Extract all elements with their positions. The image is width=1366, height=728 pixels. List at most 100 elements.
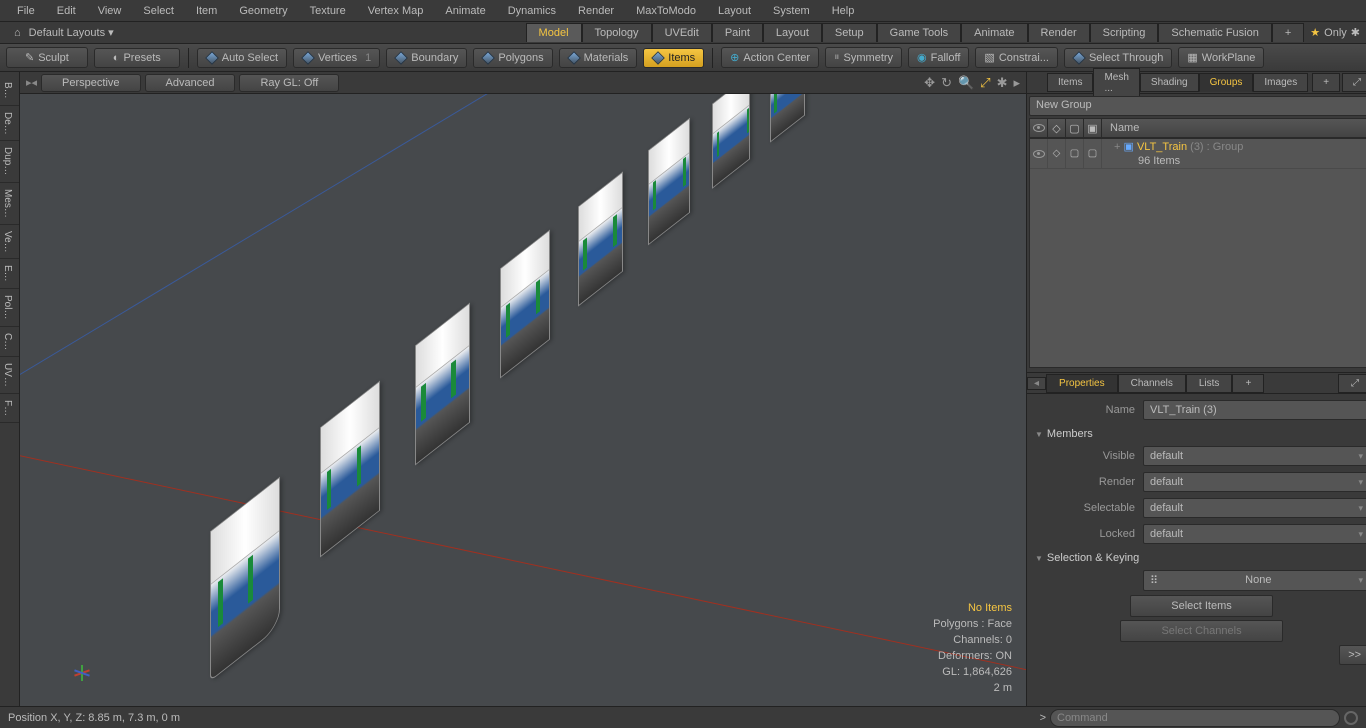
menu-geometry[interactable]: Geometry xyxy=(228,5,298,17)
keying-dropdown[interactable]: ⠿ None xyxy=(1143,570,1366,591)
actioncenter-button[interactable]: ⊕Action Center xyxy=(721,47,819,68)
visibility-col-icon[interactable] xyxy=(1030,119,1048,137)
tab-add[interactable]: + xyxy=(1272,23,1304,42)
only-button[interactable]: Only xyxy=(1324,27,1347,39)
pan-icon[interactable]: ✥ xyxy=(924,75,935,91)
shading-dropdown[interactable]: Advanced xyxy=(145,74,236,92)
eye-icon[interactable] xyxy=(1033,150,1045,158)
tab-add-props[interactable]: + xyxy=(1232,374,1264,393)
locked-dropdown[interactable]: default xyxy=(1143,524,1366,544)
tab-items[interactable]: Items xyxy=(1047,73,1093,92)
autoselect-button[interactable]: Auto Select xyxy=(197,48,287,68)
vp-options-icon[interactable]: ▸◂ xyxy=(26,76,37,89)
menu-view[interactable]: View xyxy=(87,5,133,17)
sculpt-button[interactable]: ✎Sculpt xyxy=(6,47,88,68)
row-icon-2[interactable]: ◇ xyxy=(1048,139,1066,168)
tab-render[interactable]: Render xyxy=(1028,23,1090,42)
tab-groups[interactable]: Groups xyxy=(1199,73,1254,92)
render-dropdown[interactable]: default xyxy=(1143,472,1366,492)
menu-file[interactable]: File xyxy=(6,5,46,17)
items-button[interactable]: Items xyxy=(643,48,704,68)
tab-model[interactable]: Model xyxy=(526,23,582,42)
left-tool-de[interactable]: De… xyxy=(0,106,19,142)
constrain-button[interactable]: ▧Constrai... xyxy=(975,47,1058,68)
view-type-dropdown[interactable]: Perspective xyxy=(41,74,140,92)
item-name[interactable]: VLT_Train xyxy=(1137,141,1187,153)
menu-vertexmap[interactable]: Vertex Map xyxy=(357,5,435,17)
selectthrough-button[interactable]: Select Through xyxy=(1064,48,1172,68)
members-section[interactable]: Members xyxy=(1033,424,1366,444)
menu-system[interactable]: System xyxy=(762,5,821,17)
new-group-button[interactable]: New Group xyxy=(1029,96,1366,116)
tab-setup[interactable]: Setup xyxy=(822,23,877,42)
menu-select[interactable]: Select xyxy=(132,5,185,17)
tab-animate[interactable]: Animate xyxy=(961,23,1027,42)
col-icon-2[interactable]: ◇ xyxy=(1048,119,1066,137)
tab-mesh[interactable]: Mesh ... xyxy=(1093,68,1139,98)
menu-layout[interactable]: Layout xyxy=(707,5,762,17)
tab-topology[interactable]: Topology xyxy=(582,23,652,42)
select-channels-button[interactable]: Select Channels xyxy=(1120,620,1282,642)
left-tool-pol[interactable]: Pol… xyxy=(0,289,19,326)
record-icon[interactable] xyxy=(1344,711,1358,725)
left-tool-ve[interactable]: Ve… xyxy=(0,225,19,260)
add-icon[interactable]: + xyxy=(1312,73,1340,92)
menu-animate[interactable]: Animate xyxy=(434,5,496,17)
name-field[interactable]: VLT_Train (3) xyxy=(1143,400,1366,420)
fit-icon[interactable]: ⤢ xyxy=(980,75,990,91)
col-icon-4[interactable]: ▣ xyxy=(1084,119,1102,137)
props-options-icon[interactable]: ◂ xyxy=(1027,377,1046,390)
col-icon-3[interactable]: ▢ xyxy=(1066,119,1084,137)
axis-gizmo[interactable] xyxy=(64,654,98,688)
selkey-section[interactable]: Selection & Keying xyxy=(1033,548,1366,568)
tab-schematicfusion[interactable]: Schematic Fusion xyxy=(1158,23,1271,42)
presets-button[interactable]: ◐Presets xyxy=(94,48,180,68)
left-tool-e[interactable]: E… xyxy=(0,259,19,289)
left-tool-c[interactable]: C… xyxy=(0,327,19,357)
tab-properties[interactable]: Properties xyxy=(1046,374,1118,393)
tab-images[interactable]: Images xyxy=(1253,73,1308,92)
tab-channels[interactable]: Channels xyxy=(1118,374,1186,393)
selectable-dropdown[interactable]: default xyxy=(1143,498,1366,518)
falloff-button[interactable]: ◉Falloff xyxy=(908,47,969,68)
workplane-button[interactable]: ▦WorkPlane xyxy=(1178,47,1264,68)
visible-dropdown[interactable]: default xyxy=(1143,446,1366,466)
expand-icon[interactable]: ⤢ xyxy=(1338,374,1366,393)
polygons-button[interactable]: Polygons xyxy=(473,48,552,68)
tab-layout[interactable]: Layout xyxy=(763,23,822,42)
menu-help[interactable]: Help xyxy=(821,5,866,17)
vertices-button[interactable]: Vertices1 xyxy=(293,48,380,68)
default-layouts-dropdown[interactable]: Default Layouts ▾ xyxy=(29,26,114,39)
left-tool-mes[interactable]: Mes… xyxy=(0,183,19,225)
tab-scripting[interactable]: Scripting xyxy=(1090,23,1159,42)
left-tool-dup[interactable]: Dup… xyxy=(0,141,19,182)
home-icon[interactable]: ⌂ xyxy=(6,27,29,39)
menu-item[interactable]: Item xyxy=(185,5,228,17)
maximize-icon[interactable]: ▸ xyxy=(1013,75,1020,91)
raygl-dropdown[interactable]: Ray GL: Off xyxy=(239,74,339,92)
rotate-icon[interactable]: ↻ xyxy=(941,75,952,91)
symmetry-button[interactable]: ⏸Symmetry xyxy=(825,47,902,68)
select-items-button[interactable]: Select Items xyxy=(1130,595,1273,617)
expand-icon[interactable]: ⤢ xyxy=(1342,73,1366,92)
row-icon-3[interactable]: ▢ xyxy=(1066,139,1084,168)
gear-icon[interactable]: ✱ xyxy=(1351,26,1360,39)
row-icon-4[interactable]: ▢ xyxy=(1084,139,1102,168)
tab-lists[interactable]: Lists xyxy=(1186,374,1233,393)
left-tool-f[interactable]: F… xyxy=(0,394,19,423)
train-model[interactable] xyxy=(200,194,860,704)
tab-shading[interactable]: Shading xyxy=(1140,73,1199,92)
star-icon[interactable]: ★ xyxy=(1310,26,1320,39)
list-item-vlt-train[interactable]: ◇ ▢ ▢ + ▣ VLT_Train (3) : Group 96 Items xyxy=(1030,139,1366,169)
left-tool-uv[interactable]: UV… xyxy=(0,357,19,394)
left-tool-b[interactable]: B… xyxy=(0,76,19,106)
tab-uvedit[interactable]: UVEdit xyxy=(652,23,712,42)
gear-icon[interactable]: ✱ xyxy=(997,75,1008,91)
menu-maxtomodo[interactable]: MaxToModo xyxy=(625,5,707,17)
menu-render[interactable]: Render xyxy=(567,5,625,17)
menu-edit[interactable]: Edit xyxy=(46,5,87,17)
menu-texture[interactable]: Texture xyxy=(299,5,357,17)
menu-dynamics[interactable]: Dynamics xyxy=(497,5,567,17)
zoom-icon[interactable]: 🔍 xyxy=(958,75,974,91)
tab-paint[interactable]: Paint xyxy=(712,23,763,42)
